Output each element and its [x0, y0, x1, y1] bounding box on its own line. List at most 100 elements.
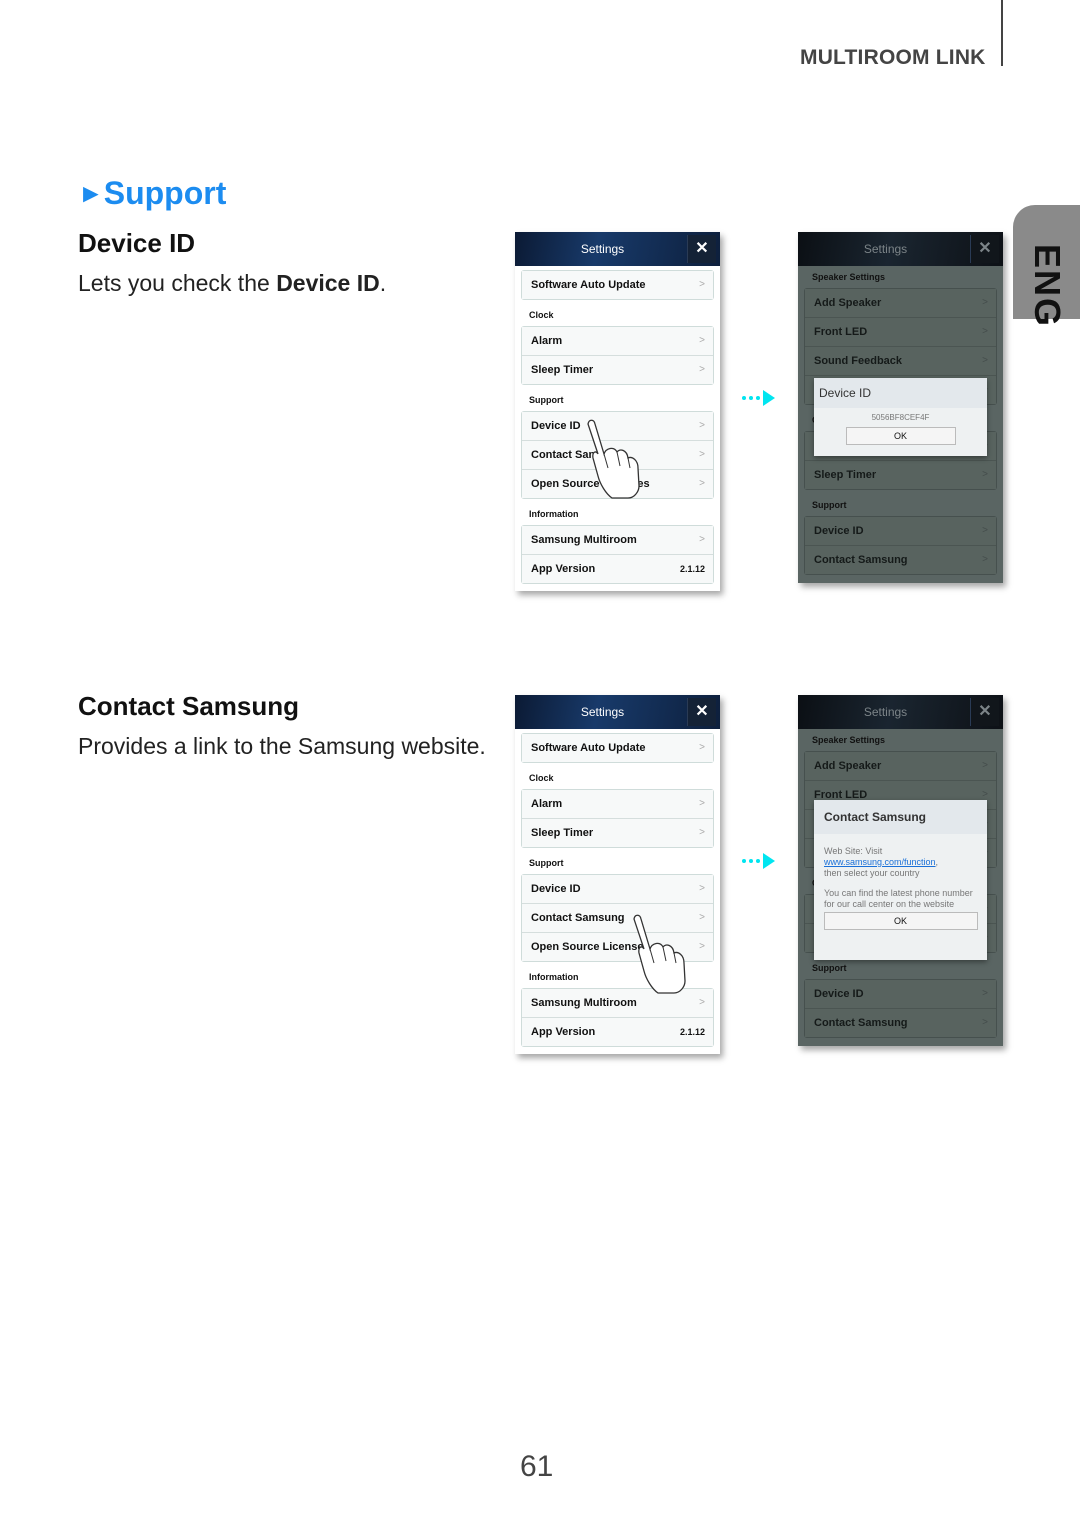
settings-item-label: App Version	[531, 1026, 596, 1038]
group-label: Clock	[529, 310, 554, 320]
close-icon[interactable]: ✕	[970, 235, 999, 263]
settings-item[interactable]: App Version 2.1.12	[522, 554, 713, 583]
language-tab: ENG	[1013, 205, 1080, 329]
comma: ,	[935, 857, 939, 867]
chevron-right-icon: >	[982, 355, 988, 366]
settings-title: Settings	[580, 705, 625, 719]
chevron-right-icon: >	[699, 827, 705, 838]
settings-item[interactable]: Sound Feedback >	[805, 346, 996, 375]
group-label: Support	[529, 395, 564, 405]
device-id-dialog: Device ID 5056BF8CEF4F OK	[814, 378, 987, 456]
topic-title-contact: Contact Samsung	[78, 691, 300, 721]
settings-item-label: Alarm	[531, 335, 563, 347]
settings-item[interactable]: Sleep Timer >	[522, 355, 713, 384]
chevron-right-icon: >	[699, 449, 705, 460]
close-icon[interactable]: ✕	[970, 698, 999, 726]
settings-item[interactable]: Software Auto Update >	[522, 734, 713, 762]
contact-samsung-dialog: Contact Samsung Web Site: Visit www.sams…	[814, 800, 987, 960]
settings-item[interactable]: Sleep Timer >	[805, 460, 996, 489]
settings-item-label: Sleep Timer	[531, 827, 594, 839]
settings-item-label: Device ID	[814, 525, 864, 537]
settings-group: Software Auto Update >	[521, 270, 714, 300]
settings-item-label: Contact Samsung	[531, 912, 625, 924]
chevron-right-icon: >	[982, 297, 988, 308]
settings-item-label: Sound Feedback	[814, 355, 903, 367]
settings-item-label: App Version	[531, 563, 596, 575]
hand-pointer-icon	[633, 914, 686, 994]
ok-button[interactable]: OK	[823, 912, 978, 930]
settings-item[interactable]: Contact Samsung >	[805, 545, 996, 574]
settings-header: Settings ✕	[798, 232, 1003, 266]
settings-group: Samsung Multiroom > App Version 2.1.12	[521, 525, 714, 584]
settings-item[interactable]: Samsung Multiroom >	[522, 526, 713, 554]
settings-screen-1: Settings ✕ Software Auto Update > Clock Alarm…	[515, 232, 720, 591]
settings-item-label: Software Auto Update	[531, 742, 646, 754]
settings-item[interactable]: Add Speaker >	[805, 289, 996, 317]
desc-bold: Device ID	[276, 270, 380, 296]
settings-item[interactable]: Front LED >	[805, 317, 996, 346]
settings-item[interactable]: Software Auto Update >	[522, 271, 713, 299]
topic-title-device-id: Device ID	[78, 228, 196, 258]
ok-button[interactable]: OK	[845, 427, 956, 445]
settings-item-label: Software Auto Update	[531, 279, 646, 291]
settings-title: Settings	[863, 705, 908, 719]
close-icon[interactable]: ✕	[687, 698, 716, 726]
settings-item-label: Add Speaker	[814, 297, 882, 309]
settings-item-label: Device ID	[531, 420, 581, 432]
dialog-title: Device ID	[814, 378, 987, 408]
chevron-right-icon: >	[699, 364, 705, 375]
select-country-text: then select your country	[824, 868, 920, 878]
settings-header: Settings ✕	[798, 695, 1003, 729]
hand-pointer-icon	[587, 419, 640, 499]
settings-group: Alarm > Sleep Timer >	[521, 789, 714, 848]
chevron-right-icon: >	[982, 1017, 988, 1028]
settings-item[interactable]: App Version 2.1.12	[522, 1017, 713, 1046]
settings-item-label: Contact Samsung	[814, 1017, 908, 1029]
chevron-right-icon: >	[982, 326, 988, 337]
settings-item[interactable]: Alarm >	[522, 790, 713, 818]
settings-item[interactable]: Alarm >	[522, 327, 713, 355]
web-site-label: Web Site: Visit	[824, 846, 883, 856]
settings-item-label: Alarm	[531, 798, 563, 810]
topic-desc-contact: Provides a link to the Samsung website.	[78, 733, 486, 759]
settings-group: Software Auto Update >	[521, 733, 714, 763]
chapter-title: MULTIROOM LINK	[800, 46, 986, 69]
chevron-right-icon: >	[982, 525, 988, 536]
group-label: Support	[812, 500, 847, 510]
website-text: Web Site: Visit www.samsung.com/function…	[814, 846, 987, 879]
settings-item-label: Add Speaker	[814, 760, 882, 772]
dialog-title: Contact Samsung	[814, 800, 987, 834]
settings-item[interactable]: Contact Samsung >	[805, 1008, 996, 1037]
chevron-right-icon: >	[699, 883, 705, 894]
section-title: ►Support	[78, 175, 226, 212]
group-label: Clock	[529, 773, 554, 783]
settings-title: Settings	[580, 242, 625, 256]
chevron-right-icon: >	[699, 912, 705, 923]
app-version-value: 2.1.12	[679, 564, 705, 574]
settings-group: Device ID > Contact Samsung >	[804, 979, 997, 1038]
settings-item-label: Sleep Timer	[814, 469, 877, 481]
page-number: 61	[520, 1450, 554, 1483]
settings-group: Device ID > Contact Samsung >	[804, 516, 997, 575]
group-label: Speaker Settings	[812, 735, 886, 745]
chevron-right-icon: >	[699, 534, 705, 545]
settings-item[interactable]: Sleep Timer >	[522, 818, 713, 847]
samsung-link[interactable]: www.samsung.com/function	[824, 857, 936, 867]
next-arrow-icon	[742, 390, 775, 406]
chevron-right-icon: >	[982, 988, 988, 999]
settings-item[interactable]: Device ID >	[522, 875, 713, 903]
settings-item-label: Sleep Timer	[531, 364, 594, 376]
chevron-right-icon: >	[699, 420, 705, 431]
settings-item[interactable]: Device ID >	[805, 517, 996, 545]
next-arrow-icon	[742, 853, 775, 869]
chevron-right-icon: >	[699, 941, 705, 952]
settings-item-label: Front LED	[814, 326, 868, 338]
settings-item[interactable]: Device ID >	[805, 980, 996, 1008]
language-tab-label: ENG	[1027, 244, 1068, 329]
group-label: Support	[812, 963, 847, 973]
triangle-marker-icon: ►	[78, 178, 104, 208]
close-icon[interactable]: ✕	[687, 235, 716, 263]
chevron-right-icon: >	[982, 554, 988, 565]
settings-item[interactable]: Add Speaker >	[805, 752, 996, 780]
desc-suffix: .	[379, 270, 387, 296]
